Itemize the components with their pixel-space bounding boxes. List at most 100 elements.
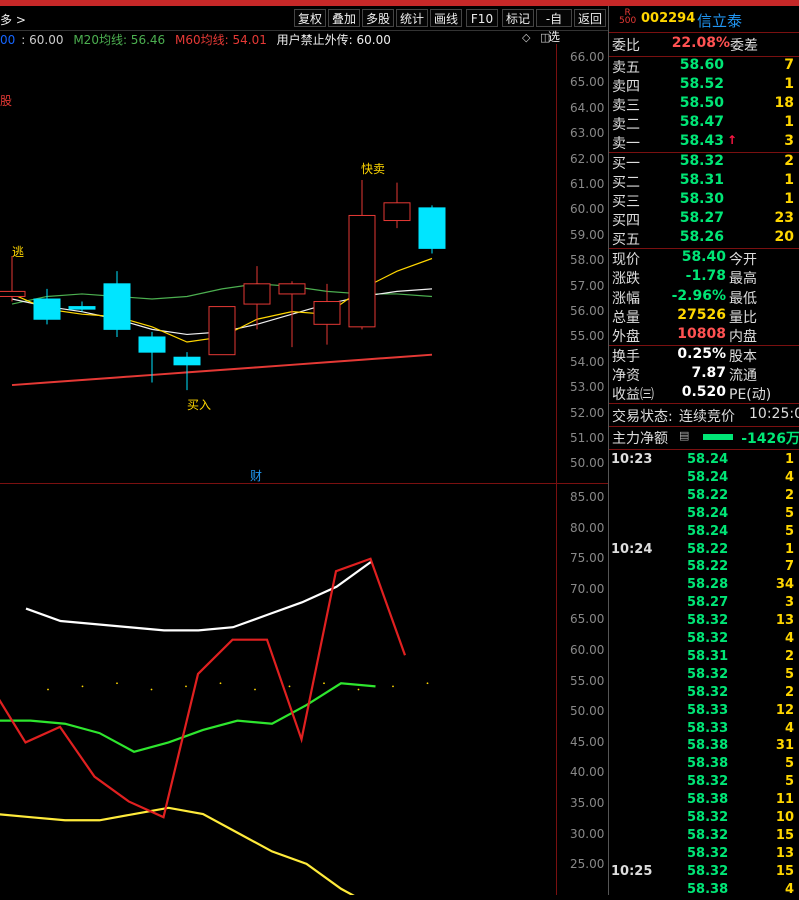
candle-body[interactable] [68, 306, 96, 310]
tick-row: 58.32 5 [687, 774, 794, 790]
indicator-axis-label: 60.00 [570, 643, 605, 657]
candlestick-chart[interactable] [0, 44, 556, 484]
price-axis-label: 64.00 [570, 100, 605, 115]
chart-toolbar: 多 > 复权 叠加 多股 统计 画线 F10 标记 -自选 返回 [0, 6, 608, 44]
tick-row: 58.38 11 [687, 792, 794, 808]
indicator-axis-label: 85.00 [570, 490, 605, 504]
escape-annotation: 逃 [12, 245, 25, 259]
sell-level-row: 卖二 58.47 1 [612, 114, 794, 133]
buy-level-row: 买三 58.30 1 [612, 191, 794, 210]
main-flow: 主力净额 ▤ -1426万 [612, 429, 799, 447]
tick-row: 58.22 7 [687, 559, 794, 575]
indicator-yellow-line [0, 806, 355, 895]
chart-icons: ◇ ◫ [522, 31, 550, 44]
diamond-icon[interactable]: ◇ [522, 31, 530, 44]
tick-row: 10:25 58.32 15 [611, 863, 794, 879]
price-axis-label: 52.00 [570, 405, 605, 420]
candle-body[interactable] [278, 283, 306, 295]
watchlist-button[interactable]: -自选 [536, 9, 572, 44]
tick-row: 58.32 2 [687, 684, 794, 700]
flow-bar [703, 434, 733, 440]
buy-level-row: 买一 58.32 2 [612, 153, 794, 172]
tick-row: 10:23 58.24 1 [611, 452, 794, 467]
list-icon[interactable]: ▤ [679, 429, 689, 442]
indicator-axis-label: 80.00 [570, 520, 605, 535]
price-axis-label: 55.00 [570, 329, 605, 344]
price-axis-label: 50.00 [570, 456, 605, 471]
axis-divider [556, 44, 557, 895]
ma60-line [11, 353, 433, 387]
tick-row: 10:24 58.22 1 [611, 541, 794, 557]
tick-row: 58.24 5 [687, 523, 794, 539]
tick-row: 58.32 13 [687, 845, 794, 861]
sell-level-row: 卖四 58.52 1 [612, 76, 794, 95]
indicator-axis-label: 55.00 [570, 673, 605, 688]
quote-panel: R 500 002294 信立泰 委比 22.08% 委差 卖五 58.60 7 卖四 5… [608, 6, 799, 897]
stock-code: 002294 [641, 11, 696, 26]
candle-body[interactable] [0, 290, 26, 297]
finance-marker[interactable]: 财 [250, 467, 262, 484]
candle-body[interactable] [243, 283, 271, 305]
statistics-button[interactable]: 统计 [396, 9, 428, 27]
buy-annotation: 买入 [187, 398, 212, 412]
multi-stock-button[interactable]: 多股 [362, 9, 394, 27]
candle-body[interactable] [208, 306, 236, 356]
buy-level-row: 买二 58.31 1 [612, 172, 794, 191]
candle-body[interactable] [33, 298, 61, 320]
price-axis-label: 65.00 [570, 75, 605, 90]
fundamental-row: 收益㈢ 0.520 PE(动) [612, 384, 772, 403]
indicator-chart[interactable] [0, 484, 556, 895]
candle-body[interactable] [138, 336, 166, 353]
restore-rights-button[interactable]: 复权 [294, 9, 326, 27]
tick-row: 58.32 5 [687, 666, 794, 682]
price-axis-label: 66.00 [570, 50, 605, 64]
back-button[interactable]: 返回 [574, 9, 606, 27]
f10-button[interactable]: F10 [466, 9, 498, 27]
mark-button[interactable]: 标记 [502, 9, 534, 27]
indicator-dot [392, 685, 394, 688]
indicator-dot [185, 685, 187, 688]
price-axis-label: 51.00 [570, 431, 605, 445]
overlay-button[interactable]: 叠加 [328, 9, 360, 27]
period-selector[interactable]: 多 > [0, 11, 26, 28]
price-axis-label: 62.00 [570, 151, 605, 166]
sell-level-row: 卖三 58.50 18 [612, 95, 794, 114]
price-axis-label: 60.00 [570, 202, 605, 217]
indicator-dot [288, 685, 291, 688]
indicator-axis-label: 25.00 [570, 857, 605, 872]
weibi-row: 委比 22.08% 委差 [612, 35, 758, 54]
candle-body[interactable] [313, 301, 341, 325]
tick-row: 58.32 15 [687, 827, 794, 843]
price-axis-label: 63.00 [570, 126, 605, 141]
window-icon[interactable]: ◫ [540, 31, 550, 44]
candle-body[interactable] [173, 356, 201, 366]
fundamental-row: 换手 0.25% 股本 [612, 346, 757, 365]
tick-row: 58.38 5 [687, 756, 794, 772]
price-axis-label: 54.00 [570, 354, 605, 369]
candle-body[interactable] [348, 214, 376, 328]
price-axis-label: 59.00 [570, 227, 605, 242]
indicator-dot [254, 688, 256, 691]
tick-row: 58.33 12 [687, 702, 794, 718]
quote-row: 现价 58.40 今开 [612, 249, 757, 268]
tick-row: 58.28 34 [687, 577, 794, 593]
indicator-dot [150, 688, 153, 691]
indicator-white-line [25, 560, 372, 632]
quote-row: 总量 27526 量比 [612, 306, 757, 326]
tick-row: 58.24 5 [687, 505, 794, 521]
stock-header: R 500 002294 信立泰 [609, 6, 799, 32]
indicator-dot [47, 688, 49, 691]
draw-line-button[interactable]: 画线 [430, 9, 462, 27]
tick-row: 58.33 4 [687, 720, 794, 736]
tick-row: 58.31 2 [687, 648, 794, 664]
price-axis-label: 56.00 [570, 304, 605, 318]
trade-status: 交易状态: 连续竞价 10:25:0 [612, 406, 799, 425]
indicator-axis-label: 40.00 [570, 765, 605, 780]
price-axis-label: 61.00 [570, 177, 605, 191]
buy-level-row: 买五 58.26 20 [612, 229, 794, 248]
stock-name[interactable]: 信立泰 [697, 10, 742, 31]
candle-body[interactable] [103, 283, 131, 330]
indicator-axis-label: 50.00 [570, 704, 605, 719]
candle-body[interactable] [418, 207, 446, 249]
candle-body[interactable] [383, 202, 411, 222]
